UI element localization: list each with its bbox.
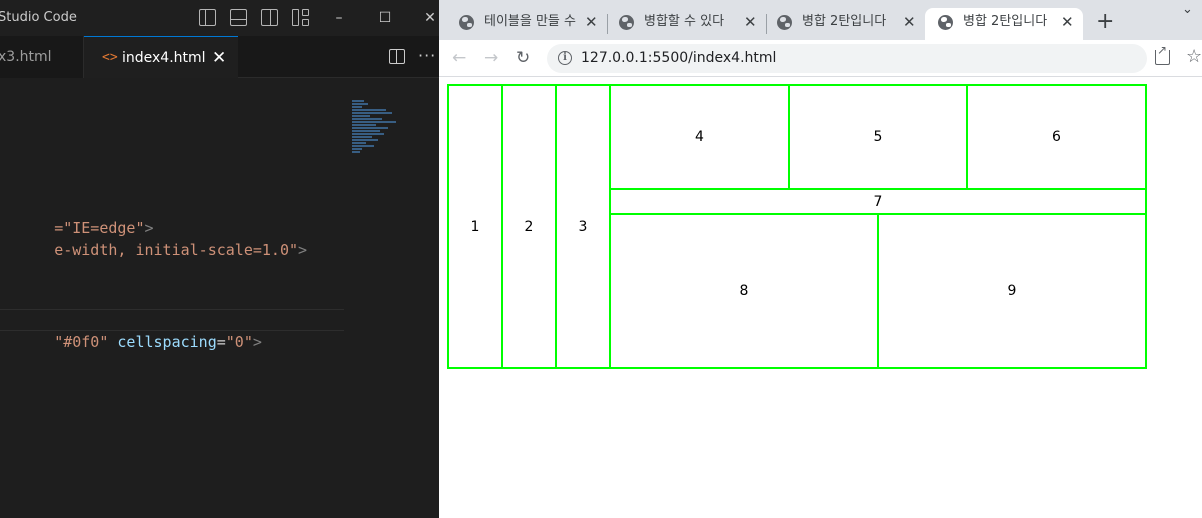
toggle-panel-icon[interactable] [230, 9, 247, 26]
table-cell-2: 2 [501, 84, 557, 369]
toggle-primary-sidebar-icon[interactable] [199, 9, 216, 26]
tab-index3[interactable]: x3.html [0, 36, 84, 78]
browser-window: 테이블을 만들 수 ✕ 병합할 수 있다 ✕ 병합 2탄입니다 ✕ 병합 2탄입… [439, 0, 1202, 518]
maximize-icon[interactable]: ☐ [375, 8, 395, 28]
close-icon[interactable]: ✕ [1061, 8, 1074, 36]
table-cell-9: 9 [877, 213, 1147, 369]
table-cell-5: 5 [788, 84, 968, 190]
table-cell-8: 8 [609, 213, 879, 369]
close-icon[interactable]: ✕ [744, 8, 757, 36]
back-arrow-icon[interactable]: ← [452, 47, 466, 69]
code-attribute: cellspacing [117, 333, 217, 351]
tab-label: index4.html [122, 50, 206, 66]
html-file-icon: <> [102, 50, 118, 65]
close-icon[interactable]: ✕ [903, 8, 916, 36]
minimap[interactable] [352, 100, 402, 162]
minimize-icon[interactable]: – [329, 8, 349, 28]
app-title: Studio Code [0, 10, 77, 25]
reload-icon[interactable]: ↻ [516, 47, 530, 69]
toggle-secondary-sidebar-icon[interactable] [261, 9, 278, 26]
code-string: "0" [225, 333, 253, 351]
browser-tab[interactable]: 병합 2탄입니다 ✕ [757, 8, 923, 40]
globe-icon [777, 15, 792, 30]
code-punctuation: > [252, 333, 262, 351]
browser-tab[interactable]: 병합할 수 있다 ✕ [599, 8, 765, 40]
globe-icon [619, 15, 634, 30]
tab-index4[interactable]: <> index4.html ✕ [84, 36, 238, 78]
code-string: e-width, initial-scale=1.0" [54, 241, 299, 259]
code-line[interactable]: "#0f0" cellspacing="0"> [0, 309, 262, 351]
code-punctuation: > [298, 241, 308, 259]
table-cell-7: 7 [609, 188, 1147, 215]
close-icon[interactable]: ✕ [585, 8, 598, 36]
browser-tab-strip: 테이블을 만들 수 ✕ 병합할 수 있다 ✕ 병합 2탄입니다 ✕ 병합 2탄입… [439, 0, 1202, 40]
vscode-window: Studio Code – ☐ ✕ x3.html <> index4.html… [0, 0, 439, 518]
more-actions-icon[interactable]: ··· [418, 46, 436, 65]
code-operator: = [216, 333, 226, 351]
table-cell-1: 1 [447, 84, 503, 369]
site-info-icon[interactable]: i [558, 51, 572, 65]
globe-icon [459, 15, 474, 30]
new-tab-button[interactable]: + [1096, 8, 1114, 36]
screen: Studio Code – ☐ ✕ x3.html <> index4.html… [0, 0, 1202, 518]
tab-title: 병합 2탄입니다 [963, 14, 1048, 29]
code-string: "#0f0" [54, 333, 109, 351]
table-cell-6: 6 [966, 84, 1147, 190]
code-line[interactable]: e-width, initial-scale=1.0"> [0, 217, 307, 259]
merged-table: 1 2 3 4 5 6 7 8 9 [447, 84, 1147, 369]
tab-title: 병합 2탄입니다 [802, 14, 887, 29]
tab-title: 테이블을 만들 수 [484, 14, 576, 29]
customize-layout-icon[interactable] [292, 9, 310, 26]
close-window-icon[interactable]: ✕ [420, 8, 439, 28]
tab-label: x3.html [0, 49, 52, 65]
address-bar[interactable]: i 127.0.0.1:5500/index4.html [547, 44, 1147, 73]
tab-search-chevron-icon[interactable]: ⌄ [1182, 2, 1193, 17]
split-editor-icon[interactable] [389, 49, 405, 64]
editor-tab-bar: x3.html <> index4.html ✕ ··· [0, 36, 439, 78]
url-text[interactable]: 127.0.0.1:5500/index4.html [581, 44, 776, 73]
tab-title: 병합할 수 있다 [644, 14, 725, 29]
table-cell-4: 4 [609, 84, 790, 190]
code-line[interactable]: ="IE=edge"> [0, 195, 153, 237]
forward-arrow-icon[interactable]: → [484, 47, 498, 69]
globe-icon [938, 15, 953, 30]
table-cell-3: 3 [555, 84, 611, 369]
close-icon[interactable]: ✕ [212, 37, 226, 79]
vscode-title-bar: Studio Code – ☐ ✕ [0, 0, 439, 36]
share-icon[interactable] [1155, 43, 1170, 65]
browser-toolbar: ← → ↻ i 127.0.0.1:5500/index4.html ☆ [439, 40, 1202, 77]
bookmark-star-icon[interactable]: ☆ [1186, 46, 1202, 67]
page-viewport: 1 2 3 4 5 6 7 8 9 [439, 78, 1202, 518]
browser-tab-active[interactable]: 병합 2탄입니다 ✕ [925, 8, 1083, 40]
browser-tab[interactable]: 테이블을 만들 수 ✕ [439, 8, 605, 40]
